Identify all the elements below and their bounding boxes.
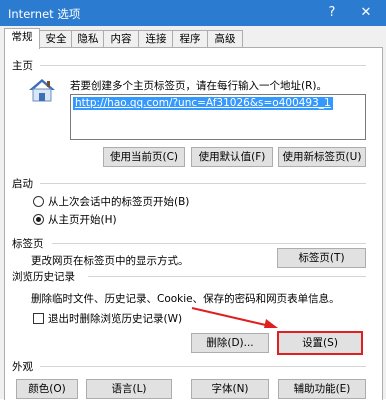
tabs-section-label: 标签页 (12, 238, 44, 250)
divider (52, 243, 366, 244)
history-section-label: 浏览历史记录 (12, 271, 75, 283)
use-current-button[interactable]: 使用当前页(C) (103, 147, 185, 167)
radio-last-session[interactable] (33, 196, 44, 207)
home-section-label: 主页 (12, 60, 33, 72)
delete-on-exit-checkbox[interactable] (33, 313, 44, 324)
tab-content[interactable]: 内容 (103, 30, 139, 48)
tabs-description: 更改网页在标签页中的显示方式。 (31, 255, 189, 267)
home-url-field[interactable]: http://hao.qq.com/?unc=Af31026&s=o400493… (70, 94, 366, 140)
tab-general[interactable]: 常规 (4, 28, 40, 49)
history-settings-button[interactable]: 设置(S) (277, 331, 363, 355)
radio-home-page-label: 从主页开始(H) (48, 214, 117, 226)
red-arrow-annotation (190, 306, 282, 330)
history-description: 删除临时文件、历史记录、Cookie、保存的密码和网页表单信息。 (31, 293, 340, 305)
close-button[interactable]: ✕ (356, 4, 376, 22)
window-title: Internet 选项 (8, 7, 81, 21)
home-url-value: http://hao.qq.com/?unc=Af31026&s=o400493… (73, 97, 333, 110)
tab-advanced[interactable]: 高级 (207, 30, 243, 48)
help-button[interactable]: ? (322, 4, 342, 22)
languages-button[interactable]: 语言(L) (86, 379, 172, 399)
tab-connections[interactable]: 连接 (138, 30, 174, 48)
tab-security[interactable]: 安全 (39, 30, 73, 48)
tabs-button[interactable]: 标签页(T) (277, 248, 366, 268)
use-default-button[interactable]: 使用默认值(F) (191, 147, 273, 167)
radio-last-session-label: 从上次会话中的标签页开始(B) (48, 196, 190, 208)
accessibility-button[interactable]: 辅助功能(E) (278, 379, 366, 399)
delete-history-button[interactable]: 删除(D)... (191, 333, 269, 353)
divider (88, 276, 366, 277)
startup-section-label: 启动 (12, 178, 33, 190)
use-new-tab-button[interactable]: 使用新标签页(U) (278, 147, 366, 167)
delete-on-exit-label: 退出时删除浏览历史记录(W) (48, 313, 183, 325)
home-description: 若要创建多个主页标签页，请在每行输入一个地址(R)。 (70, 80, 327, 92)
fonts-button[interactable]: 字体(N) (191, 379, 269, 399)
radio-home-page[interactable] (33, 214, 44, 225)
tab-privacy[interactable]: 隐私 (71, 30, 105, 48)
divider (40, 183, 366, 184)
colors-button[interactable]: 颜色(O) (16, 379, 78, 399)
title-bar: Internet 选项 ? ✕ (0, 0, 386, 26)
divider (40, 366, 366, 367)
house-icon (28, 78, 56, 102)
divider (40, 65, 366, 66)
appearance-section-label: 外观 (12, 361, 33, 373)
tab-programs[interactable]: 程序 (172, 30, 208, 48)
